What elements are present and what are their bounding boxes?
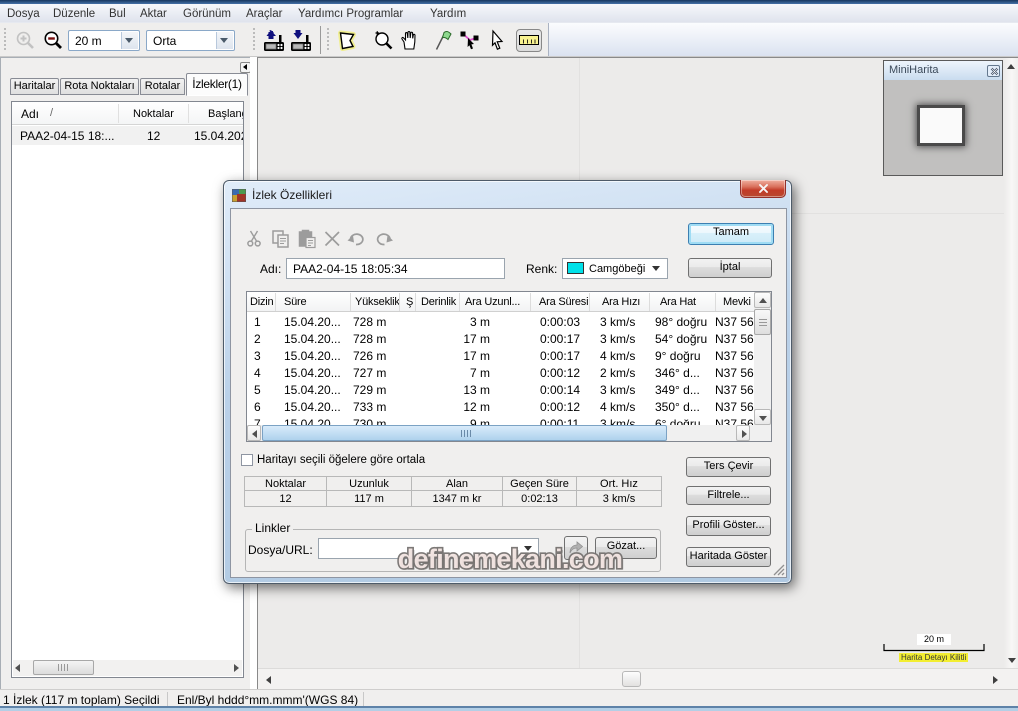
svg-text:definemekani.com: definemekani.com — [398, 544, 622, 574]
